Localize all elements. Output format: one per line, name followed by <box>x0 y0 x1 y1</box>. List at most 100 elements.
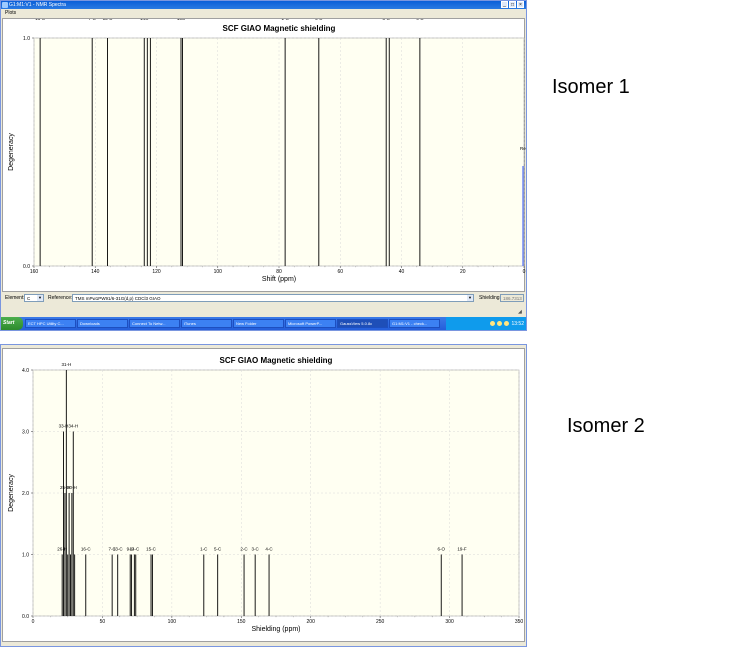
peak-label: 5-C <box>214 547 222 552</box>
peak-label: 15C <box>177 19 186 21</box>
taskbar-item[interactable]: Microsoft PowerP... <box>285 319 336 328</box>
nmr-window-isomer-1: G1:M1:V1 - NMR Spectra _ □ × Plots SCF G… <box>0 0 527 331</box>
reference-select[interactable]: TMS mPw1PW91/6-31G(d,p) CDCl3 GIAO ▼ <box>72 294 474 302</box>
isomer-1-label: Isomer 1 <box>552 76 630 98</box>
taskbar-item[interactable]: iTunes <box>181 319 232 328</box>
y-tick-label: 0.0 <box>22 614 29 620</box>
nmr-chart-isomer-1[interactable]: SCF GIAO Magnetic shielding 160 140 120 100 8… <box>3 19 526 291</box>
x-tick-label: 60 <box>337 269 343 275</box>
system-tray: 13:52 <box>446 317 526 330</box>
x-tick-label: 120 <box>152 269 161 275</box>
x-tick-label: 160 <box>30 269 39 275</box>
x-axis-label: Shift (ppm) <box>262 276 296 283</box>
window-status-area: ◢ <box>2 305 525 317</box>
chart-title: SCF GIAO Magnetic shielding <box>220 356 333 365</box>
plot-panel: SCF GIAO Magnetic shielding 0 50 100 150 200 2… <box>2 348 525 643</box>
menu-bar: Plots <box>1 9 526 17</box>
window-bottom-edge <box>2 641 525 646</box>
taskbar-item[interactable]: GaussView 5.0.8c <box>337 319 388 328</box>
x-tick-label: 50 <box>100 619 106 625</box>
close-button[interactable]: × <box>517 1 524 8</box>
window-title: G1:M1:V1 - NMR Spectra <box>9 2 66 8</box>
maximize-button[interactable]: □ <box>509 1 516 8</box>
x-tick-label: 0 <box>32 619 35 625</box>
x-tick-label: 0 <box>523 269 526 275</box>
peak-label: 1-C <box>281 19 289 21</box>
peak-label: 4-C <box>265 547 273 552</box>
x-tick-label: 150 <box>237 619 246 625</box>
peak-label: 13-C <box>103 19 114 21</box>
peak-label: 6-O <box>437 547 445 552</box>
start-button[interactable]: Start <box>1 317 23 330</box>
peak-label: 14-C <box>129 547 140 552</box>
x-tick-label: 40 <box>399 269 405 275</box>
minimize-button[interactable]: _ <box>501 1 508 8</box>
peak-label: 16-C <box>35 19 46 21</box>
peak-label: 5-C <box>315 19 323 21</box>
peak-label: 30-H <box>67 485 77 490</box>
y-tick-label: 2.0 <box>22 491 29 497</box>
y-tick-label: 3.0 <box>22 429 29 435</box>
clock: 13:52 <box>511 320 524 327</box>
x-axis-label: Shielding (ppm) <box>251 626 300 633</box>
y-tick-label: 4.0 <box>22 368 29 374</box>
x-tick-label: 200 <box>307 619 316 625</box>
tray-icon[interactable] <box>504 321 510 326</box>
peak-label: 3-C <box>252 547 260 552</box>
peak-label: 34-H <box>68 424 78 429</box>
element-select[interactable]: C ▼ <box>24 294 44 302</box>
x-tick-label: 100 <box>214 269 223 275</box>
taskbar-item[interactable]: ECT HPC Utility C... <box>25 319 76 328</box>
peak-label: 19-F <box>457 547 467 552</box>
reference-label: Re <box>520 146 526 151</box>
peak-label: 16-C <box>81 547 92 552</box>
peak-label: 1-C <box>200 547 208 552</box>
taskbar: Start ECT HPC Utility C... Downloads Con… <box>1 317 526 330</box>
tray-icon[interactable] <box>497 321 503 326</box>
taskbar-item[interactable]: G1:M1:V1 - check... <box>389 319 440 328</box>
nmr-window-isomer-2: SCF GIAO Magnetic shielding 0 50 100 150 200 2… <box>0 344 527 647</box>
peak-label: 31-H <box>61 362 71 367</box>
y-axis-label: Degeneracy <box>8 133 15 171</box>
window-titlebar[interactable]: G1:M1:V1 - NMR Spectra _ □ × <box>1 1 526 9</box>
peak-label: 15-C <box>146 547 157 552</box>
y-tick-label: 1.0 <box>22 552 29 558</box>
taskbar-item[interactable]: Connect To Netw... <box>129 319 180 328</box>
reference-label: Reference: <box>48 295 73 301</box>
y-axis-label: Degeneracy <box>8 474 15 512</box>
x-tick-label: 80 <box>276 269 282 275</box>
x-tick-label: 350 <box>515 619 524 625</box>
peak-label: 13-C <box>113 547 124 552</box>
peak-label: 14C <box>140 19 149 21</box>
chevron-down-icon[interactable]: ▼ <box>37 295 43 301</box>
peak-label: 2-C <box>240 547 248 552</box>
app-icon <box>2 2 8 8</box>
element-label: Element: <box>5 295 25 301</box>
element-value: C <box>27 296 31 301</box>
peak-label: 7-C <box>89 19 97 21</box>
shielding-label: Shielding: <box>479 295 501 301</box>
taskbar-item[interactable]: Downloads <box>77 319 128 328</box>
x-tick-label: 100 <box>168 619 177 625</box>
peak-label: 3-C <box>383 19 391 21</box>
x-tick-label: 140 <box>91 269 100 275</box>
y-tick-label: 0.0 <box>23 264 30 270</box>
x-tick-label: 20 <box>460 269 466 275</box>
resize-grip-icon[interactable]: ◢ <box>518 309 524 317</box>
menu-plots[interactable]: Plots <box>5 10 16 16</box>
taskbar-item[interactable]: New Folder <box>233 319 284 328</box>
plot-panel: SCF GIAO Magnetic shielding 160 140 120 100 8… <box>2 18 526 292</box>
reference-value: TMS mPw1PW91/6-31G(d,p) CDCl3 GIAO <box>75 296 161 301</box>
shielding-field: 186.7313 <box>500 294 524 302</box>
x-tick-label: 300 <box>445 619 454 625</box>
isomer-2-label: Isomer 2 <box>567 415 645 437</box>
chevron-down-icon[interactable]: ▼ <box>467 295 473 301</box>
peak-label: 4-C <box>416 19 424 21</box>
y-tick-label: 1.0 <box>23 36 30 42</box>
nmr-chart-isomer-2[interactable]: SCF GIAO Magnetic shielding 0 50 100 150 200 2… <box>3 349 526 642</box>
chart-title: SCF GIAO Magnetic shielding <box>223 24 336 33</box>
peak-label: 33-H <box>59 424 69 429</box>
tray-icon[interactable] <box>490 321 496 326</box>
controls-row: Element: C ▼ Reference: TMS mPw1PW91/6-3… <box>2 293 525 303</box>
x-tick-label: 250 <box>376 619 385 625</box>
